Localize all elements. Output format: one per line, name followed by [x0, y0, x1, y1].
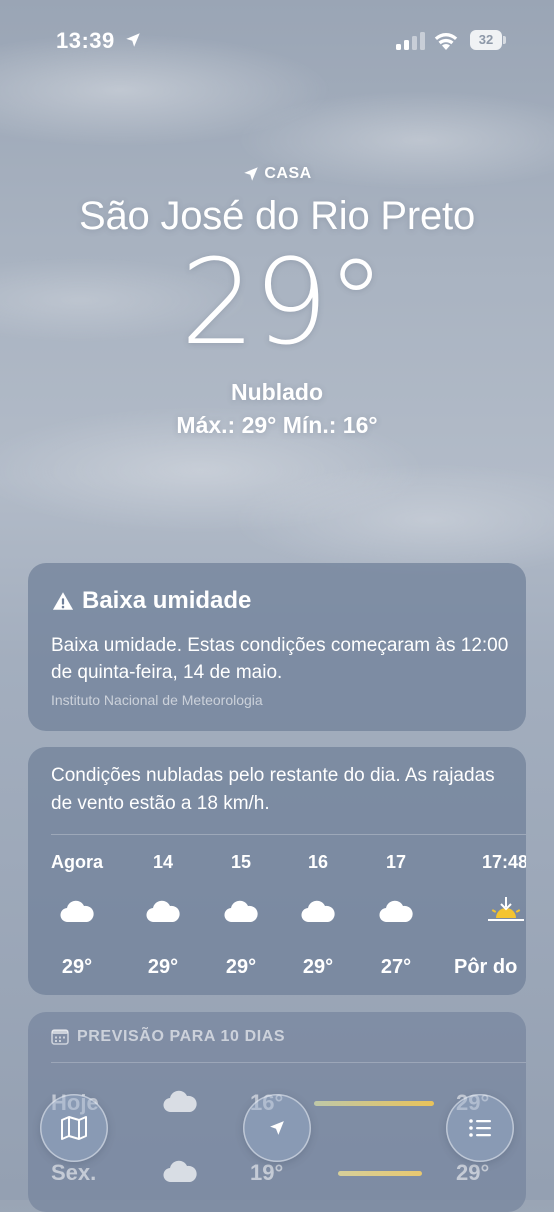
alert-title: Baixa umidade — [52, 587, 251, 615]
hourly-item: 16 29° — [283, 852, 353, 979]
cloud-icon — [361, 886, 431, 936]
hour-label: 14 — [152, 852, 174, 872]
hourly-summary: Condições nubladas pelo restante do dia.… — [51, 765, 495, 814]
day-name: Sex. — [51, 1160, 97, 1185]
hour-temp: 27° — [380, 956, 412, 978]
location-arrow-icon — [270, 1121, 284, 1135]
weather-header: CASA São José do Rio Preto 29° Nublado M… — [0, 165, 554, 439]
locations-list-button[interactable] — [446, 1094, 514, 1162]
divider — [51, 1062, 526, 1063]
map-icon — [61, 1116, 87, 1140]
hourly-item: 15 29° — [206, 852, 276, 979]
list-icon — [469, 1119, 491, 1137]
map-button[interactable] — [40, 1094, 108, 1162]
alert-description: Baixa umidade. Estas condições começaram… — [51, 635, 509, 683]
status-time: 13:39 — [56, 28, 115, 53]
hour-temp: Pôr do — [454, 956, 518, 978]
cloud-icon — [42, 886, 112, 936]
calendar-icon — [51, 1029, 69, 1045]
hour-temp: 29° — [147, 956, 179, 978]
cloud-icon — [128, 886, 198, 936]
high-low-temperature: Máx.: 29° Mín.: 16° — [176, 412, 378, 438]
hour-label: 17 — [385, 852, 407, 872]
status-bar: 13:39 32 — [0, 0, 554, 80]
alert-title-text: Baixa umidade — [82, 587, 252, 614]
warning-icon — [52, 592, 74, 610]
location-arrow-icon — [126, 33, 140, 47]
hourly-item: Agora 29° — [42, 852, 112, 979]
hour-label: 17:48 — [482, 852, 526, 872]
current-condition: Nublado — [231, 379, 323, 405]
divider — [51, 834, 526, 835]
wifi-icon — [434, 33, 458, 50]
ten-day-heading-text: PREVISÃO PARA 10 DIAS — [77, 1028, 286, 1045]
hourly-item: 14 29° — [128, 852, 198, 979]
current-location-button[interactable] — [243, 1094, 311, 1162]
home-location-label: CASA — [242, 165, 311, 183]
home-label-text: CASA — [264, 165, 312, 182]
sunset-icon — [452, 886, 526, 936]
hourly-item: 17 27° — [361, 852, 431, 979]
temperature-range-bar — [314, 1101, 434, 1106]
hour-label: 16 — [307, 852, 329, 872]
hour-temp: 29° — [61, 956, 93, 978]
hour-temp: 29° — [302, 956, 334, 978]
hour-label: Agora — [50, 852, 103, 872]
cloud-icon — [162, 1088, 198, 1120]
hour-temp: 29° — [225, 956, 257, 978]
cloud-icon — [283, 886, 353, 936]
battery-percent: 32 — [478, 32, 494, 47]
cloud-icon — [162, 1158, 198, 1190]
hourly-forecast-card[interactable]: Condições nubladas pelo restante do dia.… — [28, 747, 526, 995]
day-min-temp: 19° — [250, 1160, 284, 1185]
severe-weather-alert-card[interactable]: Baixa umidade Baixa umidade. Estas condi… — [28, 563, 526, 731]
ten-day-heading: PREVISÃO PARA 10 DIAS — [51, 1028, 285, 1046]
hourly-item: 17:48 Pôr do — [452, 852, 526, 979]
hour-label: 15 — [230, 852, 252, 872]
cellular-signal-icon — [396, 32, 425, 50]
current-temperature: 29° — [180, 233, 385, 371]
cloud-icon — [206, 886, 276, 936]
location-arrow-icon — [244, 167, 259, 181]
temperature-range-bar — [338, 1171, 422, 1176]
battery-indicator: 32 — [470, 30, 506, 50]
alert-source: Instituto Nacional de Meteorologia — [51, 692, 263, 708]
day-max-temp: 29° — [456, 1160, 490, 1185]
